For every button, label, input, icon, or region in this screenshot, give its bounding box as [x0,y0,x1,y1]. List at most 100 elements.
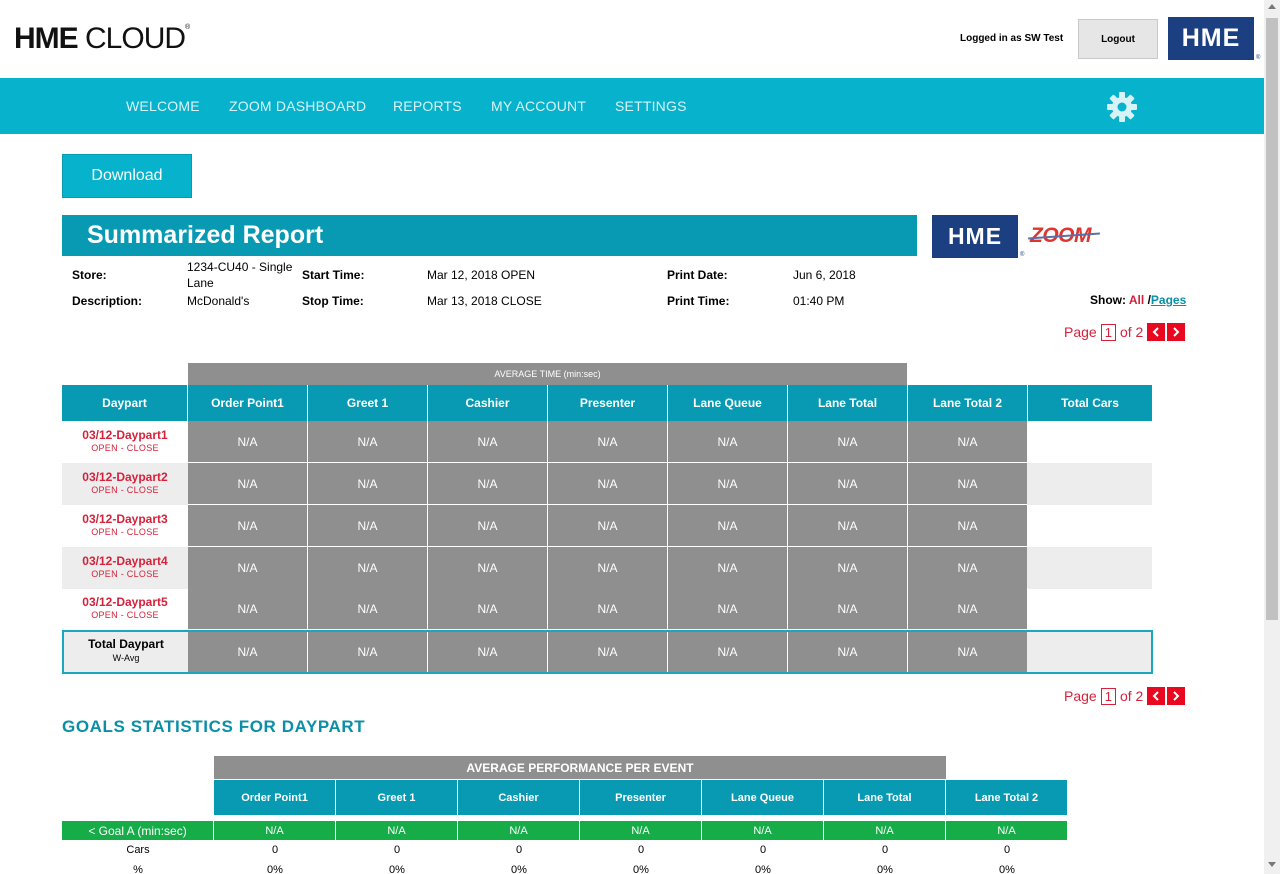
cell-lane-total: N/A [788,505,908,547]
hme-cloud-logo: HME CLOUD® [14,22,190,55]
pct-value: 0% [755,864,771,874]
total-daypart-sub: W-Avg [112,653,140,663]
col-order-point1: Order Point1 [188,385,308,421]
total-cell-lane-total: N/A [788,632,908,672]
total-cell-cashier: N/A [428,632,548,672]
cell-lane-total-2: N/A [908,547,1028,589]
cars-value: 0 [881,844,889,856]
pager-label: Page [1064,324,1097,340]
col-greet-1: Greet 1 [308,385,428,421]
prev-page-icon[interactable] [1147,687,1166,705]
nav-settings[interactable]: SETTINGS [615,98,687,114]
cell-lane-total: N/A [788,463,908,505]
pct-value: 0% [633,864,649,874]
show-all-link[interactable]: All [1129,293,1144,307]
daypart-name[interactable]: 03/12-Daypart2 [62,470,188,484]
daypart-row-label: 03/12-Daypart4 OPEN - CLOSE [62,547,188,589]
goal-a-value: N/A [702,821,824,840]
cell-cashier: N/A [428,463,548,505]
scroll-up-icon[interactable] [1268,4,1276,9]
scroll-down-icon[interactable] [1268,862,1276,867]
goals-col-presenter: Presenter [580,780,702,815]
show-pages-link[interactable]: Pages [1151,293,1186,307]
cell-presenter: N/A [548,505,668,547]
description-value: McDonald's [187,294,250,308]
cell-lane-total: N/A [788,421,908,463]
page-scrollbar[interactable] [1264,0,1280,874]
store-label: Store: [72,268,107,282]
goals-title: GOALS STATISTICS FOR DAYPART [62,717,366,736]
cell-lane-queue: N/A [668,463,788,505]
pager-top: Page 1 of 2 [1064,323,1186,341]
print-time-value: 01:40 PM [793,294,845,308]
cell-order-point1: N/A [188,505,308,547]
goal-a-value: N/A [458,821,580,840]
nav-welcome[interactable]: WELCOME [126,98,200,114]
goal-a-value: N/A [214,821,336,840]
next-page-icon[interactable] [1167,323,1186,341]
top-header: HME CLOUD® Logged in as SW Test Logout H… [0,0,1264,78]
goals-col-greet-1: Greet 1 [336,780,458,815]
col-lane-total: Lane Total [788,385,908,421]
store-value-line2: Lane [187,276,214,290]
next-page-icon[interactable] [1167,687,1186,705]
goal-a-value: N/A [336,821,458,840]
scroll-thumb[interactable] [1266,18,1278,620]
nav-reports[interactable]: REPORTS [393,98,462,114]
cell-total-cars [1027,421,1152,463]
cell-presenter: N/A [548,421,668,463]
print-time-label: Print Time: [667,294,730,308]
cell-cashier: N/A [428,505,548,547]
stop-time-label: Stop Time: [302,294,364,308]
cell-lane-queue: N/A [668,505,788,547]
pct-label: % [133,864,143,874]
goals-col-order-point1: Order Point1 [214,780,336,815]
daypart-name[interactable]: 03/12-Daypart1 [62,428,188,442]
pager-current[interactable]: 1 [1100,323,1116,341]
goals-col-lane-total: Lane Total [824,780,946,815]
daypart-row-label: 03/12-Daypart2 OPEN - CLOSE [62,463,188,505]
gear-icon[interactable] [1105,90,1139,124]
daypart-name[interactable]: 03/12-Daypart4 [62,554,188,568]
cell-cashier: N/A [428,421,548,463]
cars-value: 0 [515,844,523,856]
pager-of: of 2 [1119,688,1144,704]
download-button[interactable]: Download [62,154,192,198]
pager-of: of 2 [1119,324,1144,340]
daypart-name[interactable]: 03/12-Daypart5 [62,595,188,609]
pct-value: 0% [999,864,1015,874]
cell-lane-queue: N/A [668,588,788,630]
hme-brand-badge-report: HME [932,215,1018,258]
daypart-name[interactable]: 03/12-Daypart3 [62,512,188,526]
cell-cashier: N/A [428,588,548,630]
description-label: Description: [72,294,143,308]
print-date-value: Jun 6, 2018 [793,268,856,282]
col-lane-queue: Lane Queue [668,385,788,421]
nav-my-account[interactable]: MY ACCOUNT [491,98,586,114]
hme-brand-badge: HME [1168,17,1254,60]
cars-label: Cars [126,844,150,856]
cell-total-cars [1027,463,1152,505]
cell-total-cars [1027,547,1152,589]
start-time-label: Start Time: [302,268,365,282]
cars-value: 0 [759,844,767,856]
cell-greet-1: N/A [308,588,428,630]
goal-a-label: < Goal A (min:sec) [62,821,214,840]
goals-col-lane-total-2: Lane Total 2 [946,780,1068,815]
report-title: Summarized Report [62,215,917,256]
daypart-range: OPEN - CLOSE [91,610,159,620]
cars-value: 0 [393,844,401,856]
pager-current[interactable]: 1 [1100,687,1116,705]
pager-label: Page [1064,688,1097,704]
pct-value: 0% [877,864,893,874]
cell-order-point1: N/A [188,588,308,630]
cell-order-point1: N/A [188,547,308,589]
logout-button[interactable]: Logout [1078,19,1158,59]
total-cell-order-point1: N/A [188,632,308,672]
performance-header: AVERAGE PERFORMANCE PER EVENT [214,756,946,779]
prev-page-icon[interactable] [1147,323,1166,341]
nav-zoom-dashboard[interactable]: ZOOM DASHBOARD [229,98,366,114]
logged-in-text: Logged in as SW Test [960,33,1064,44]
print-date-label: Print Date: [667,268,728,282]
daypart-row-label: 03/12-Daypart5 OPEN - CLOSE [62,588,188,630]
